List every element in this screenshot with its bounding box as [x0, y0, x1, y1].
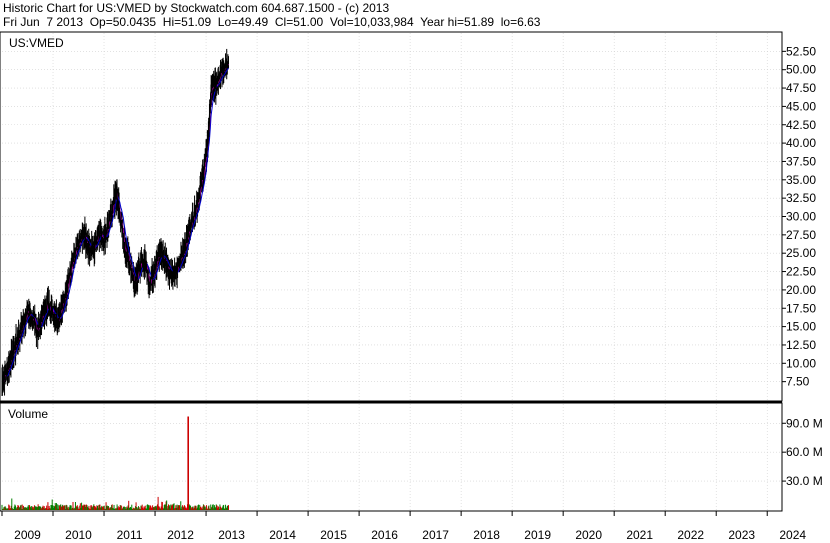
price-tick-label: 32.50	[786, 191, 816, 205]
year-tick-label: 2009	[14, 528, 41, 542]
price-tick-label: 7.50	[786, 375, 810, 389]
price-tick-label: 12.50	[786, 338, 816, 352]
price-tick-label: 35.00	[786, 173, 816, 187]
volume-tick-label: 30.0 M	[786, 474, 823, 488]
price-tick-label: 17.50	[786, 301, 816, 315]
price-panel-frame	[0, 31, 783, 402]
price-panel-label: US:VMED	[9, 36, 64, 50]
volume-tick-label: 60.0 M	[786, 445, 823, 459]
price-tick-label: 30.00	[786, 210, 816, 224]
year-tick-label: 2024	[779, 528, 806, 542]
price-tick-label: 37.50	[786, 154, 816, 168]
year-tick-label: 2020	[575, 528, 602, 542]
year-tick-label: 2021	[626, 528, 653, 542]
price-tick-label: 42.50	[786, 118, 816, 132]
year-tick-label: 2015	[320, 528, 347, 542]
year-tick-label: 2014	[269, 528, 296, 542]
year-tick-label: 2017	[422, 528, 449, 542]
year-tick-label: 2016	[371, 528, 398, 542]
volume-tick-label: 90.0 M	[786, 416, 823, 430]
volume-panel-frame	[0, 402, 783, 512]
year-tick-label: 2023	[728, 528, 755, 542]
price-tick-label: 47.50	[786, 81, 816, 95]
price-tick-label: 10.00	[786, 356, 816, 370]
year-tick-label: 2011	[117, 528, 143, 542]
year-tick-label: 2013	[218, 528, 245, 542]
price-tick-label: 15.00	[786, 320, 816, 334]
stock-chart: US:VMED Volume 7.50 10.00 12.50 15.00 17.50 2…	[0, 31, 823, 542]
price-tick-label: 25.00	[786, 246, 816, 260]
price-tick-label: 50.00	[786, 63, 816, 77]
year-tick-label: 2010	[65, 528, 92, 542]
price-tick-label: 40.00	[786, 136, 816, 150]
year-tick-label: 2012	[167, 528, 194, 542]
volume-panel-label: Volume	[8, 407, 48, 421]
price-tick-label: 52.50	[786, 44, 816, 58]
price-tick-label: 22.50	[786, 265, 816, 279]
year-tick-label: 2018	[473, 528, 500, 542]
price-tick-label: 27.50	[786, 228, 816, 242]
price-tick-label: 45.00	[786, 99, 816, 113]
year-tick-label: 2019	[524, 528, 551, 542]
year-tick-label: 2022	[677, 528, 704, 542]
price-tick-label: 20.00	[786, 283, 816, 297]
